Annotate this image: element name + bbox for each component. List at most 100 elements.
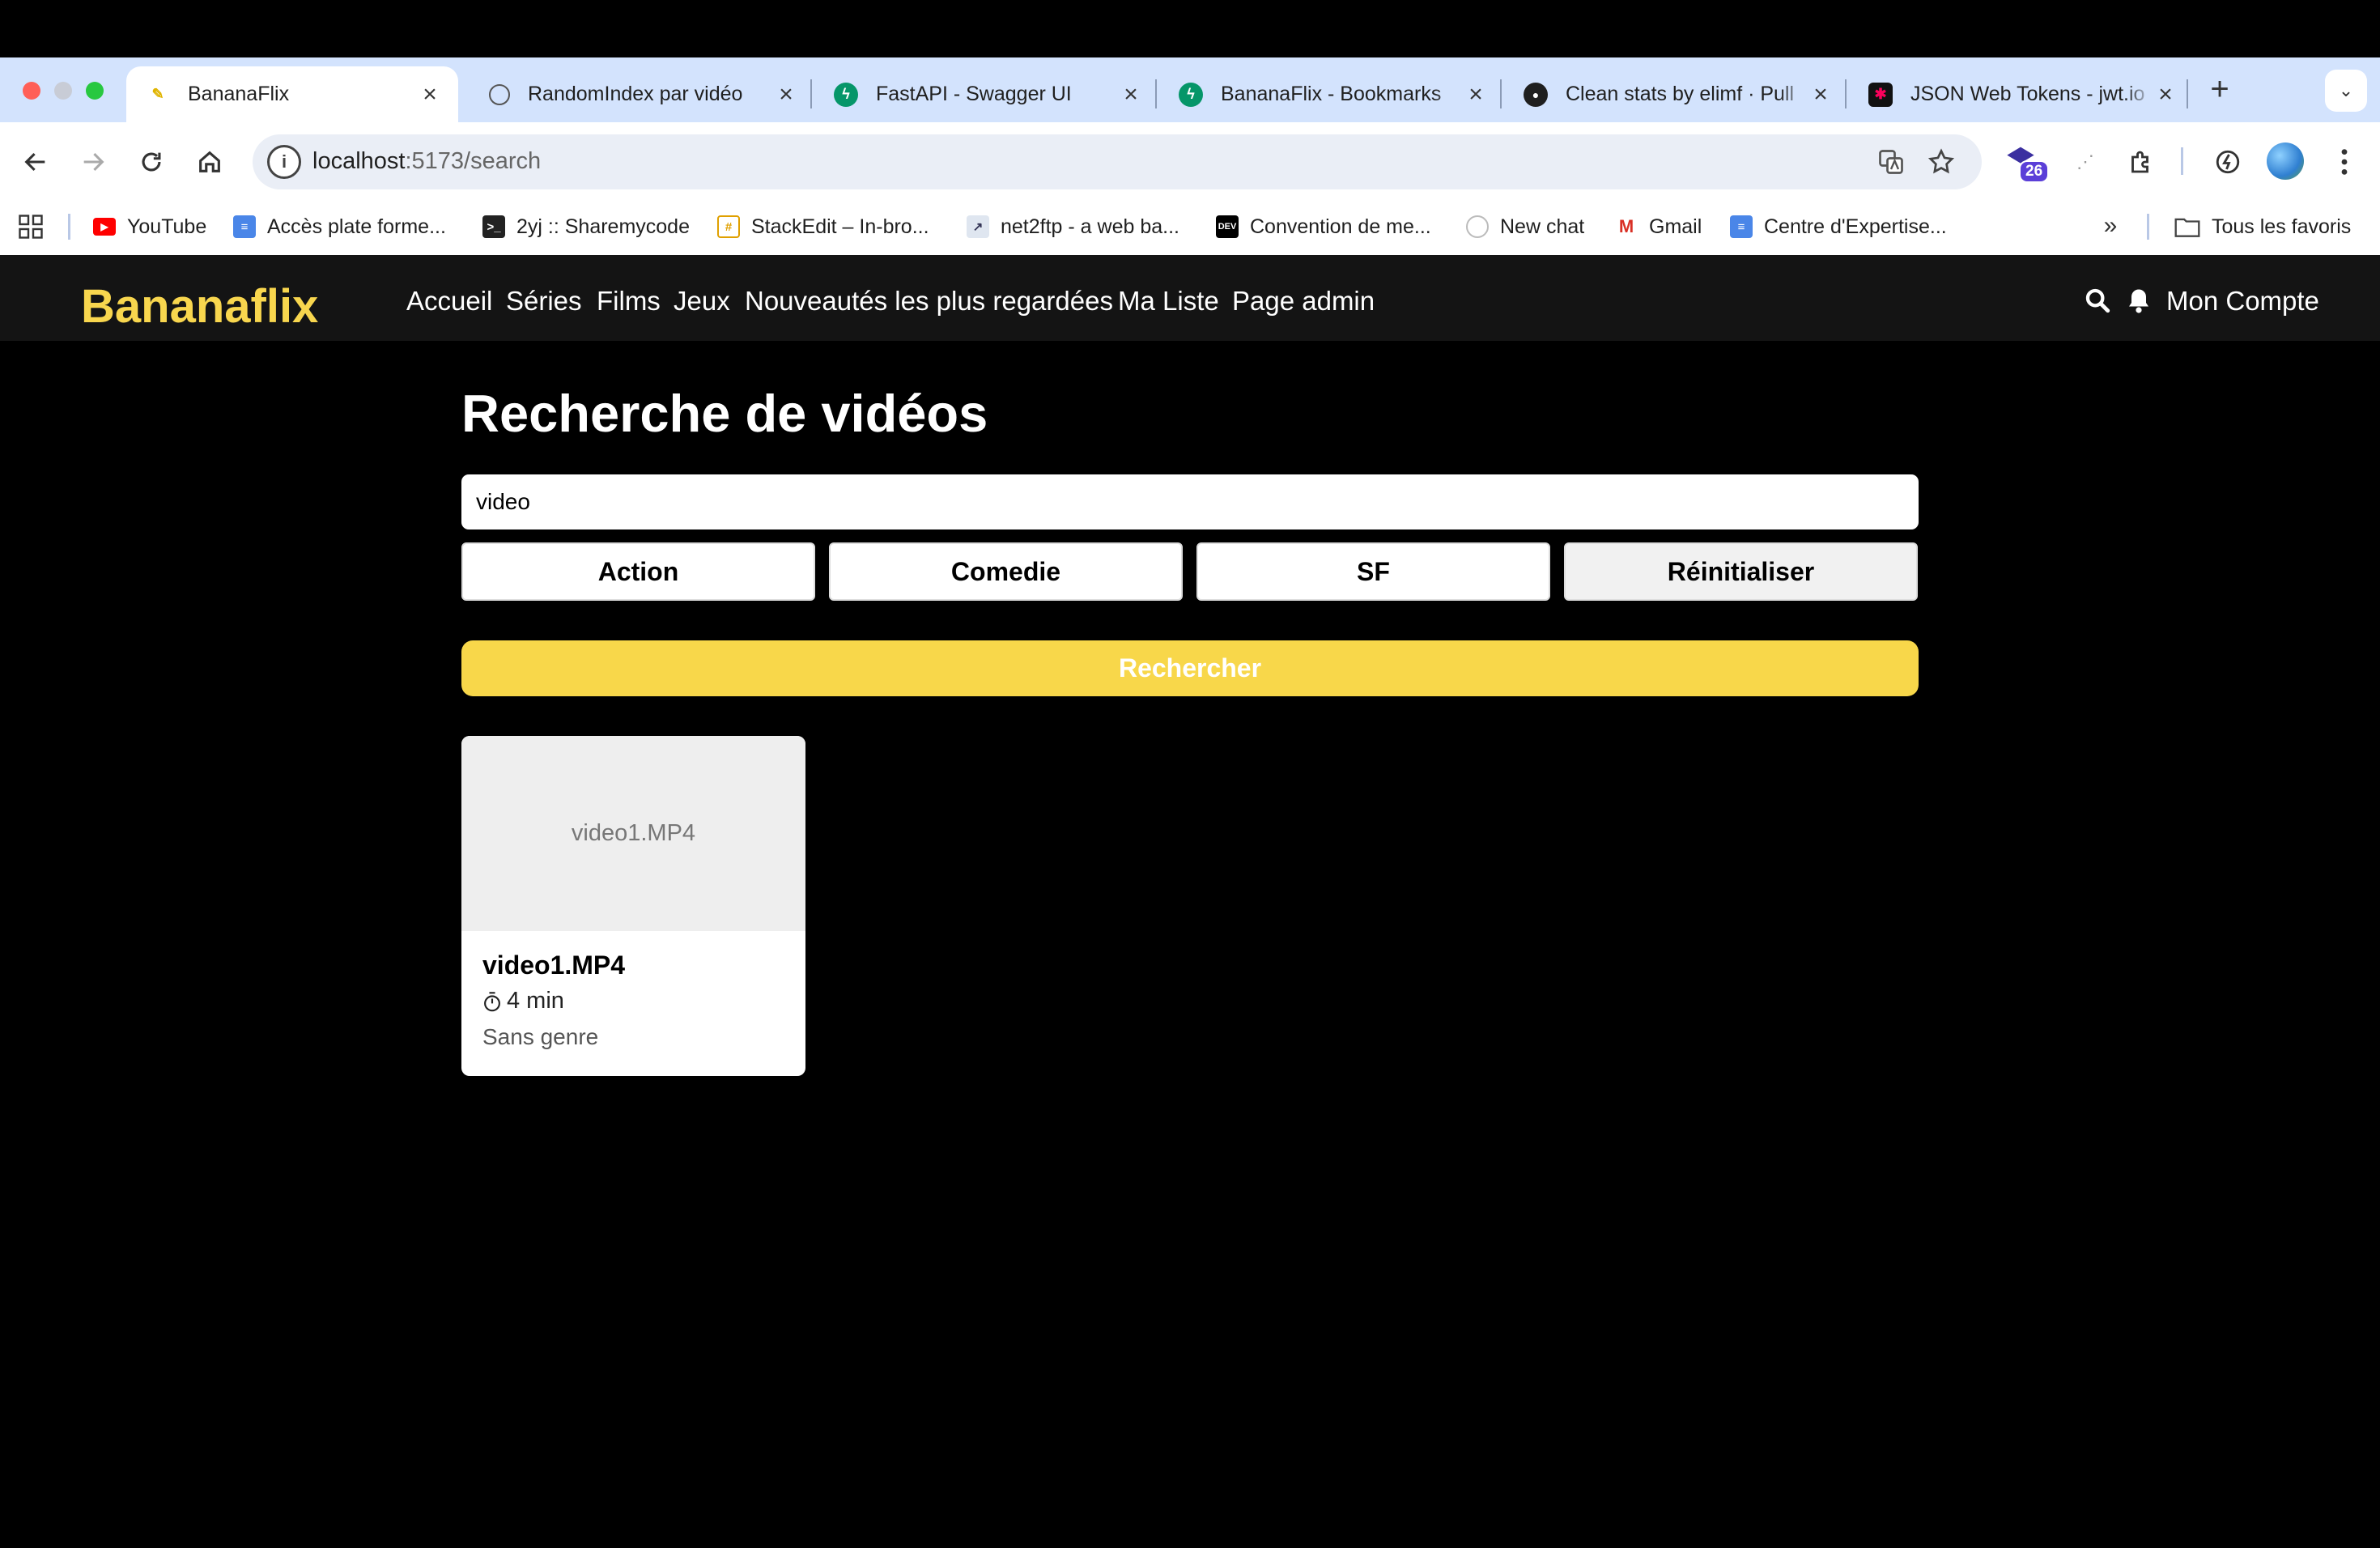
search-input[interactable] [461,474,1919,529]
site-info-icon[interactable]: i [267,145,301,179]
genre-button-action[interactable]: Action [461,542,815,601]
genre-button-comedie[interactable]: Comedie [829,542,1183,601]
bookmark-new-chat[interactable]: New chat [1466,209,1584,245]
back-button[interactable] [15,142,56,182]
bookmark-sharemycode[interactable]: >_ 2yj :: Sharemycode [482,209,690,245]
tab-close-icon[interactable]: × [774,82,798,107]
page-title: Recherche de vidéos [461,384,988,443]
bookmark-acces-plate-forme[interactable]: ≡ Accès plate forme... [233,209,446,245]
tab-separator [1155,79,1157,108]
nav-jeux[interactable]: Jeux [674,287,730,314]
performance-icon[interactable] [2211,145,2245,179]
apps-grid-icon[interactable] [18,214,44,240]
new-tab-button[interactable]: + [2200,71,2239,110]
net2ftp-icon: ↗ [967,215,989,238]
tab-close-icon[interactable]: × [1119,82,1143,107]
bookmark-convention[interactable]: DEV Convention de me... [1216,209,1431,245]
tab-title: Clean stats by elimf · Pull [1566,83,1795,105]
translate-icon[interactable] [1875,146,1907,178]
openai-favicon-icon [489,83,510,105]
tab-search-button[interactable]: ⌄ [2325,70,2367,112]
stackedit-icon: # [717,215,740,238]
video-genre: Sans genre [482,1024,599,1049]
bookmark-centre-expertise[interactable]: ≡ Centre d'Expertise... [1730,209,1947,245]
tab-title: BananaFlix - Bookmarks [1221,83,1442,105]
reset-button[interactable]: Réinitialiser [1564,542,1918,601]
reload-button[interactable] [131,142,172,182]
browser-tab-bananaflix[interactable]: ✎ BananaFlix × [126,66,458,122]
nav-series[interactable]: Séries [506,287,582,314]
nav-nouveautes[interactable]: Nouveautés les plus regardées [745,287,1113,314]
extension-badge-icon[interactable]: 26 [2004,144,2050,185]
openai-icon [1466,215,1489,238]
nav-page-admin[interactable]: Page admin [1232,287,1375,314]
bell-icon[interactable] [2124,285,2153,316]
fastapi-favicon-icon: ϟ [1179,82,1203,107]
bookmark-label: 2yj :: Sharemycode [516,215,690,238]
github-favicon-icon: ● [1524,82,1548,107]
tab-title: BananaFlix [188,83,290,105]
video-thumbnail[interactable]: video1.MP4 [461,736,805,931]
docs-icon: ≡ [233,215,256,238]
extensions-puzzle-icon[interactable] [2124,145,2158,179]
video-duration-text: 4 min [507,988,564,1014]
browser-tab-github[interactable]: ● Clean stats by elimf · Pull × [1504,66,1849,122]
window-minimize-dot[interactable] [54,82,72,100]
browser-menu-icon[interactable] [2328,146,2361,178]
browser-tab-jwt[interactable]: ✱ JSON Web Tokens - jwt.io × [1849,66,2194,122]
youtube-icon: ▶ [93,218,116,236]
sparkle-extension-icon[interactable]: ⋰ [2069,146,2102,178]
tab-separator [1845,79,1847,108]
bookmark-star-icon[interactable] [1925,146,1957,178]
video-title: video1.MP4 [482,950,626,980]
reload-icon [142,152,161,172]
bookmark-separator [68,214,70,240]
stopwatch-icon [484,991,500,1011]
tab-close-icon[interactable]: × [1808,82,1833,107]
profile-avatar[interactable] [2267,142,2304,180]
home-button[interactable] [189,142,230,182]
nav-ma-liste[interactable]: Ma Liste [1118,287,1219,314]
all-bookmarks-folder[interactable]: Tous les favoris [2174,209,2351,245]
window-close-dot[interactable] [23,82,40,100]
docs-icon: ≡ [1730,215,1753,238]
back-arrow-icon [24,152,45,172]
tab-title: FastAPI - Swagger UI [876,83,1072,105]
more-bookmarks-icon[interactable]: » [2097,212,2124,240]
home-icon [199,151,220,172]
search-icon[interactable] [2082,285,2113,316]
bookmark-net2ftp[interactable]: ↗ net2ftp - a web ba... [967,209,1179,245]
search-submit-button[interactable]: Rechercher [461,640,1919,696]
nav-accueil[interactable]: Accueil [406,287,492,314]
bookmark-label: YouTube [127,215,207,238]
bookmark-stackedit[interactable]: # StackEdit – In-bro... [717,209,929,245]
bookmark-label: StackEdit – In-bro... [751,215,929,238]
browser-tab-fastapi[interactable]: ϟ FastAPI - Swagger UI × [814,66,1159,122]
video-duration: 4 min [482,989,564,1013]
window-zoom-dot[interactable] [86,82,104,100]
bookmark-youtube[interactable]: ▶ YouTube [93,209,206,245]
banana-favicon-icon: ✎ [151,86,164,102]
jwt-favicon-icon: ✱ [1868,82,1893,107]
dev-icon: DEV [1216,215,1239,238]
video-result-card[interactable]: video1.MP4 video1.MP4 4 min Sans genre [461,736,805,1076]
tab-close-icon[interactable]: × [418,82,442,107]
bookmark-separator [2147,214,2149,240]
fastapi-favicon-icon: ϟ [834,82,858,107]
brand-logo[interactable]: Bananaflix [81,283,318,330]
bookmark-label: Accès plate forme... [267,215,446,238]
url-text[interactable]: localhost:5173/search [312,148,541,175]
tab-close-icon[interactable]: × [1464,82,1488,107]
bookmark-gmail[interactable]: M Gmail [1615,209,1702,245]
browser-tab-randomindex[interactable]: RandomIndex par vidéo × [470,66,814,122]
browser-tab-bookmarks[interactable]: ϟ BananaFlix - Bookmarks × [1159,66,1504,122]
account-menu[interactable]: Mon Compte [2166,287,2319,314]
genre-button-sf[interactable]: SF [1196,542,1550,601]
tab-close-icon[interactable]: × [2153,82,2178,107]
forward-arrow-icon [83,152,104,172]
bookmark-label: Centre d'Expertise... [1764,215,1947,238]
forward-button[interactable] [73,142,113,182]
tab-title: JSON Web Tokens - jwt.io [1910,83,2145,105]
nav-films[interactable]: Films [597,287,661,314]
tab-separator [1500,79,1502,108]
